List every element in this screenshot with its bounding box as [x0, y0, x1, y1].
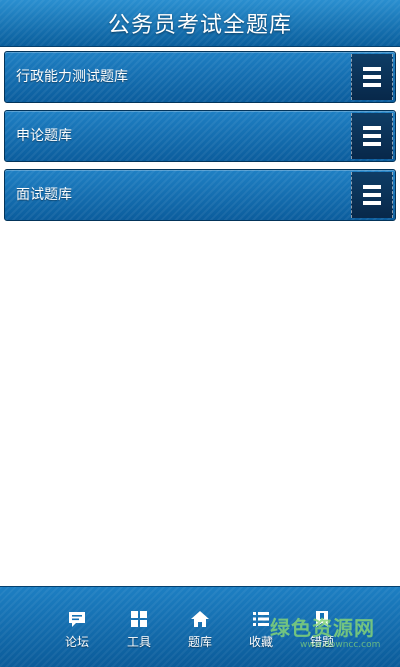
list-item-admin-ability[interactable]: 行政能力测试题库 [4, 51, 396, 103]
tab-forum[interactable]: 论坛 [49, 609, 105, 659]
tab-label: 工具 [126, 635, 151, 649]
watermark-text: 绿色资源网 [270, 616, 375, 640]
menu-button[interactable] [351, 113, 393, 159]
menu-icon [363, 67, 381, 87]
list-icon [253, 612, 269, 626]
tab-tools[interactable]: 工具 [111, 609, 167, 659]
watermark-url: www.downcc.com [300, 640, 381, 650]
list-item-essay[interactable]: 申论题库 [4, 110, 396, 162]
question-bank-list: 行政能力测试题库 申论题库 面试题库 [4, 51, 396, 228]
menu-button[interactable] [351, 172, 393, 218]
tab-question-bank[interactable]: 题库 [172, 609, 228, 659]
list-item-label: 行政能力测试题库 [16, 69, 128, 85]
app-header: 公务员考试全题库 [0, 0, 400, 47]
chat-bubble-icon [69, 612, 85, 627]
menu-button[interactable] [351, 54, 393, 100]
page-title: 公务员考试全题库 [107, 13, 292, 38]
list-item-label: 面试题库 [16, 187, 72, 203]
tab-label: 论坛 [64, 635, 89, 649]
home-icon [191, 611, 209, 627]
grid-icon [131, 611, 147, 627]
list-item-label: 申论题库 [16, 128, 72, 144]
menu-icon [363, 185, 381, 205]
menu-icon [363, 126, 381, 146]
tab-label: 题库 [187, 635, 212, 649]
list-item-interview[interactable]: 面试题库 [4, 169, 396, 221]
